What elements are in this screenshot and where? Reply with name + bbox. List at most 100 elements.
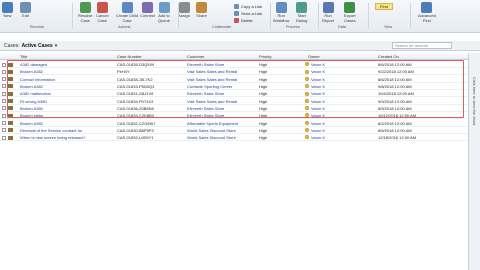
table-row[interactable]: Broken strike CAS-01834-C2K8B3 Eleventh Sa… [0, 112, 468, 120]
table-row[interactable]: Broken A382 CAS-01832-C2G6W7 Affordable Sp… [0, 119, 468, 127]
owner-icon [305, 135, 309, 140]
cell-priority: High [259, 105, 268, 111]
row-checkbox[interactable] [2, 69, 6, 74]
table-row[interactable]: Contact Information CAS-01838-J5L7K2 Visit… [0, 76, 468, 83]
cell-owner[interactable]: Varun K [311, 77, 325, 82]
case-icon [8, 113, 13, 118]
export-cases-label: Export Cases [344, 13, 356, 23]
chart-pane[interactable]: Click here to view the chart. [468, 53, 480, 270]
row-checkbox[interactable] [2, 62, 6, 67]
cell-owner[interactable]: Varun K [311, 62, 325, 67]
column-header-case-number[interactable]: Case Number [117, 54, 142, 59]
delete-button[interactable]: Delete [234, 17, 253, 23]
ribbon-separator [318, 3, 319, 29]
cell-case-number: CAS-01839-P0T4X3 [117, 98, 154, 104]
table-row[interactable]: A382 damaged CAS-01835-D3Q5X9 Eleventh Sal… [0, 61, 468, 69]
cell-owner[interactable]: Varun K [311, 106, 325, 111]
case-icon [8, 135, 13, 140]
cell-title[interactable]: A382 malfunction [20, 91, 51, 96]
advanced-find-button[interactable]: Advanced Find [418, 2, 436, 23]
cell-customer[interactable]: Visit Sales Sales and Rental [187, 99, 237, 104]
cell-owner[interactable]: Varun K [311, 69, 325, 74]
run-report-button[interactable]: Run Report [322, 2, 334, 23]
ribbon-separator [178, 3, 179, 29]
cell-title[interactable]: Broken A382 [20, 69, 43, 74]
cell-owner[interactable]: Varun K [311, 84, 325, 89]
start-dialog-button[interactable]: Start Dialog [296, 2, 307, 23]
cell-title[interactable]: Broken A382 [20, 84, 43, 89]
table-row[interactable]: Renewal of the Service contract for CAS-0… [0, 127, 468, 134]
cell-customer[interactable]: Visit Sales Sales and Rental [187, 69, 237, 74]
owner-icon [305, 76, 309, 81]
send-link-button[interactable]: Send a Link [234, 10, 262, 16]
table-row[interactable]: A382 malfunction CAS-01831-G8J1V8 Eleventh… [0, 90, 468, 98]
owner-icon [305, 98, 309, 103]
run-workflow-button[interactable]: Run Workflow [273, 2, 289, 23]
cell-title[interactable]: When is new screen being released? [20, 135, 86, 140]
row-checkbox[interactable] [2, 84, 6, 89]
cell-owner[interactable]: Varun K [311, 135, 325, 140]
share-button[interactable]: Share [196, 2, 207, 19]
cell-customer[interactable]: Affordable Sports Equipment [187, 121, 238, 126]
row-checkbox[interactable] [2, 99, 6, 103]
row-checkbox[interactable] [2, 91, 6, 96]
cell-title[interactable]: Fit wrong A380 [20, 99, 47, 104]
cell-priority: High [259, 135, 268, 141]
cell-customer[interactable]: World Sales Discount Store [187, 135, 236, 140]
cell-customer[interactable]: Curbside Sporting Center [187, 84, 232, 89]
cell-owner[interactable]: Varun K [311, 121, 325, 126]
cell-owner[interactable]: Varun K [311, 128, 325, 133]
cell-customer[interactable]: Visit Sales Sales and Rental [187, 77, 237, 82]
cell-owner[interactable]: Varun K [311, 99, 325, 104]
column-header-created-on[interactable]: Created On [378, 54, 399, 59]
column-header-owner[interactable]: Owner [308, 54, 320, 59]
column-header-customer[interactable]: Customer [187, 54, 204, 59]
cell-title[interactable]: Renewal of the Service contract for [20, 128, 82, 133]
copy-link-button[interactable]: Copy a Link [234, 3, 262, 9]
search-input[interactable]: Search for records [392, 42, 452, 49]
cell-title[interactable]: Broken strike [20, 113, 43, 118]
table-row[interactable]: Broken A382 CAS-01833-P5N3Q3 Curbside Spor… [0, 83, 468, 91]
connect-icon [141, 2, 153, 13]
cell-priority: High [259, 120, 268, 126]
cell-customer[interactable]: World Sales Discount Store [187, 128, 236, 133]
table-row[interactable]: Broken A382 FtrH4Y Visit Sales Sales and R… [0, 68, 468, 76]
table-row[interactable]: When is new screen being released? CAS-01… [0, 134, 468, 142]
row-checkbox[interactable] [2, 77, 6, 82]
cell-owner[interactable]: Varun K [311, 91, 325, 96]
cell-title[interactable]: Contact Information [20, 77, 55, 82]
cell-created-on: 12/18/2018 12:00 AM [378, 135, 417, 141]
add-to-queue-button[interactable]: Add to Queue [158, 2, 170, 23]
cell-customer[interactable]: Eleventh Sales Store [187, 91, 224, 96]
cell-customer[interactable]: Eleventh Sales Store [187, 106, 224, 111]
resolve-case-button[interactable]: Resolve Case [78, 2, 92, 23]
row-checkbox[interactable] [2, 135, 6, 140]
column-header-title[interactable]: Title [20, 54, 27, 59]
cancel-case-button[interactable]: Cancel Case [96, 2, 108, 23]
edit-button[interactable]: Edit [20, 2, 31, 19]
chevron-down-icon[interactable]: ▾ [55, 43, 58, 49]
row-checkbox[interactable] [2, 113, 6, 118]
assign-button[interactable]: Assign [178, 2, 190, 19]
cell-customer[interactable]: Eleventh Sales Store [187, 62, 224, 67]
create-child-case-button[interactable]: Create Child Case [116, 2, 138, 23]
connect-button[interactable]: Connect [140, 2, 155, 19]
row-checkbox[interactable] [2, 120, 6, 125]
table-row[interactable]: Broken A380 CAS-01836-Z0B8D8 Eleventh Sale… [0, 105, 468, 112]
find-button[interactable]: Find [375, 3, 393, 10]
column-header-priority[interactable]: Priority [259, 54, 271, 59]
new-button[interactable]: New [2, 2, 13, 19]
table-row[interactable]: Fit wrong A380 CAS-01839-P0T4X3 Visit Sale… [0, 98, 468, 105]
cell-title[interactable]: Broken A380 [20, 106, 43, 111]
cell-customer[interactable]: Eleventh Sales Store [187, 113, 224, 118]
cell-owner[interactable]: Varun K [311, 113, 325, 118]
export-cases-button[interactable]: Export Cases [344, 2, 356, 23]
new-icon [2, 2, 13, 13]
view-selector[interactable]: Active Cases [22, 43, 53, 49]
row-checkbox[interactable] [2, 106, 6, 111]
cell-title[interactable]: A382 damaged [20, 62, 47, 67]
case-icon [8, 99, 13, 103]
row-checkbox[interactable] [2, 128, 6, 133]
cell-title[interactable]: Broken A382 [20, 121, 43, 126]
resolve-case-icon [79, 2, 91, 13]
